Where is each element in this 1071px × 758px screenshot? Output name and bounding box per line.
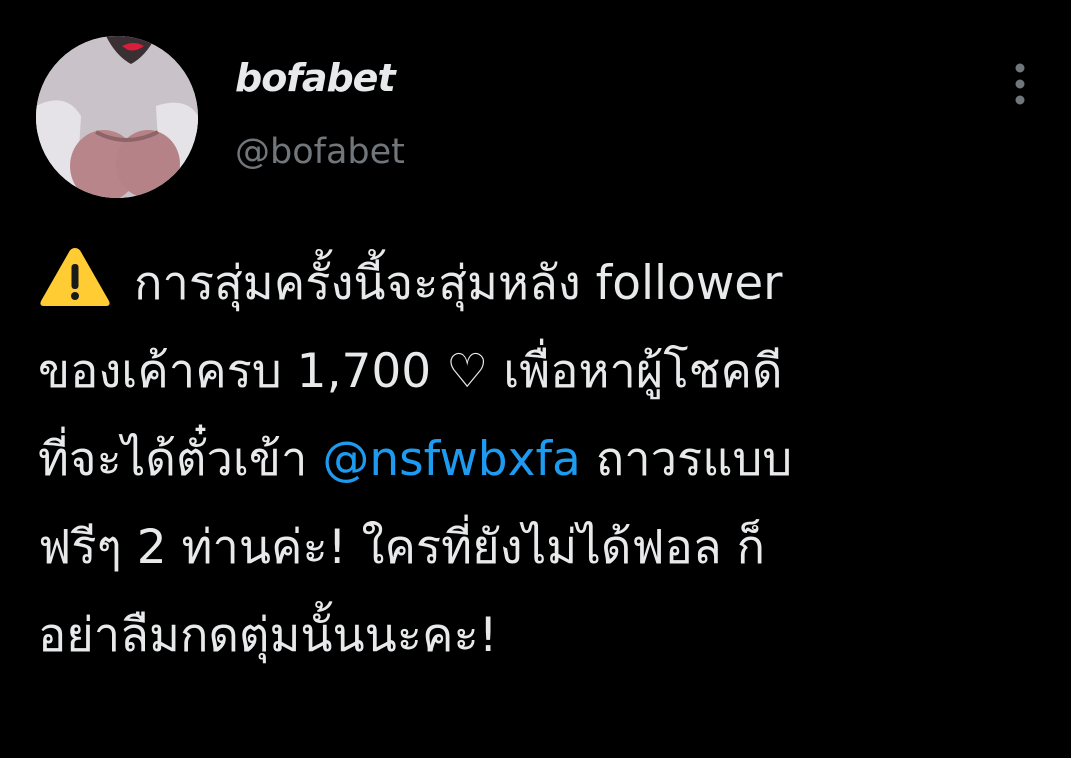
- tweet-text: การสุ่มครั้งนี้จะสุ่มหลัง follower ของเค…: [38, 240, 1038, 680]
- tweet-line-1-text: การสุ่มครั้งนี้จะสุ่มหลัง follower: [134, 256, 783, 311]
- tweet-line-5: อย่าลืมกดตุ่มนั้นนะคะ!: [38, 608, 498, 663]
- warning-icon: [38, 245, 112, 309]
- tweet: bofabet @bofabet การสุ่มครั้งนี้จะสุ่มหล…: [0, 0, 1071, 758]
- tweet-line-2: ของเค้าครบ 1,700 ♡ เพื่อหาผู้โชคดี: [38, 344, 783, 399]
- author-display-name[interactable]: bofabet: [235, 56, 396, 100]
- tweet-line-3-after: ถาวรแบบ: [580, 432, 793, 487]
- author-handle[interactable]: @bofabet: [235, 132, 405, 172]
- more-options-button[interactable]: [1004, 62, 1036, 106]
- tweet-line-3: ที่จะได้ตั๋วเข้า @nsfwbxfa ถาวรแบบ: [38, 416, 1038, 504]
- tweet-line-4: ฟรีๆ 2 ท่านค่ะ! ใครที่ยังไม่ได้ฟอล ก็: [38, 520, 766, 575]
- author-avatar[interactable]: [36, 36, 198, 198]
- tweet-line-3-before: ที่จะได้ตั๋วเข้า: [38, 432, 323, 487]
- profile-photo-icon: [36, 36, 198, 198]
- more-vertical-icon: [1015, 63, 1025, 105]
- tweet-line-1: การสุ่มครั้งนี้จะสุ่มหลัง follower: [38, 240, 1038, 328]
- mention-link[interactable]: @nsfwbxfa: [322, 432, 580, 487]
